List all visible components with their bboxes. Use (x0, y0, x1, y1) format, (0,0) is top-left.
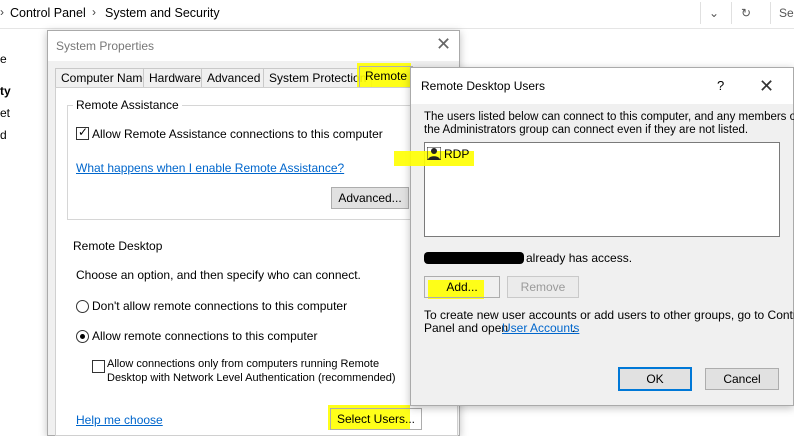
radio-selected-dot (80, 334, 85, 339)
nla-checkbox[interactable] (92, 360, 105, 373)
window-title: System Properties (56, 39, 155, 53)
title-bar: Remote Desktop Users ? ✕ (411, 68, 793, 104)
cancel-button[interactable]: Cancel (705, 368, 779, 390)
tab-advanced[interactable]: Advanced (201, 68, 267, 87)
allow-remote-label: Allow remote connections to this compute… (92, 329, 318, 343)
access-text: already has access. (526, 251, 633, 265)
tab-system-protection[interactable]: System Protection (263, 68, 373, 87)
breadcrumb-system-and-security[interactable]: System and Security (105, 6, 220, 20)
sidebar-fragment: et (0, 106, 11, 120)
explorer-address-bar: › Control Panel › System and Security ⌄ … (0, 0, 794, 29)
dialog-title: Remote Desktop Users (421, 79, 546, 93)
nla-label-line2: Desktop with Network Level Authenticatio… (107, 372, 396, 384)
user-accounts-link[interactable]: User Accounts (502, 321, 579, 335)
close-icon[interactable]: ✕ (759, 77, 774, 95)
sidebar-fragment: e (0, 52, 7, 66)
remote-assistance-group-title: Remote Assistance (73, 98, 182, 112)
dont-allow-radio[interactable] (76, 300, 89, 313)
chevron-right-icon: › (0, 5, 4, 19)
users-listbox[interactable] (424, 142, 780, 237)
nla-label-line1: Allow connections only from computers ru… (107, 358, 380, 370)
sidebar-fragment: d (0, 128, 7, 142)
allow-remote-radio[interactable] (76, 330, 89, 343)
title-bar: System Properties ✕ (48, 31, 459, 61)
ok-button[interactable]: OK (618, 367, 692, 391)
chevron-down-icon[interactable]: ⌄ (700, 2, 727, 24)
help-icon[interactable]: ? (717, 78, 724, 93)
footer-line2-prefix: Panel and open (424, 321, 509, 335)
breadcrumb-control-panel[interactable]: Control Panel (10, 6, 86, 20)
add-button[interactable]: Add... (424, 276, 500, 298)
allow-remote-assistance-checkbox[interactable]: ✓ (76, 125, 89, 140)
user-icon (426, 146, 442, 161)
allow-remote-assistance-label: Allow Remote Assistance connections to t… (92, 127, 383, 141)
checkmark-icon: ✓ (78, 125, 89, 139)
search-box[interactable]: Se (770, 2, 794, 24)
dont-allow-label: Don't allow remote connections to this c… (92, 299, 348, 313)
tab-computer-name[interactable]: Computer Name (55, 68, 156, 87)
sidebar-fragment: ty (0, 84, 11, 98)
tab-hardware[interactable]: Hardware (143, 68, 208, 87)
description-line1: The users listed below can connect to th… (424, 111, 794, 123)
user-list-item-rdp[interactable]: RDP (444, 147, 469, 161)
refresh-icon[interactable]: ↻ (731, 2, 760, 24)
tab-remote[interactable]: Remote (359, 66, 414, 87)
close-icon[interactable]: ✕ (436, 35, 451, 53)
select-users-button[interactable]: Select Users... (330, 408, 422, 430)
description-line2: the Administrators group can connect eve… (424, 124, 749, 136)
remote-assistance-help-link[interactable]: What happens when I enable Remote Assist… (76, 161, 344, 175)
remote-desktop-group-title: Remote Desktop (73, 239, 163, 253)
advanced-button[interactable]: Advanced... (331, 187, 409, 209)
help-me-choose-link[interactable]: Help me choose (76, 413, 163, 427)
footer-line2-suffix: . (572, 321, 576, 335)
chevron-right-icon: › (92, 5, 96, 19)
remote-desktop-instruction: Choose an option, and then specify who c… (76, 268, 361, 282)
redacted-username (424, 252, 524, 264)
remove-button: Remove (507, 276, 579, 298)
footer-line1: To create new user accounts or add users… (424, 308, 794, 322)
